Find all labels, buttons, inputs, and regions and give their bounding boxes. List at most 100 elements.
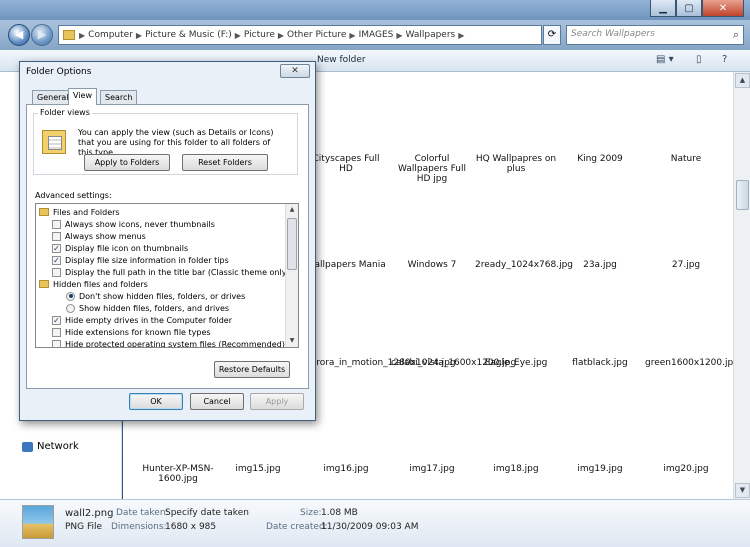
breadcrumb-item[interactable]: Picture: [244, 30, 275, 40]
preview-pane-icon[interactable]: ▯: [696, 54, 702, 65]
network-icon: [22, 441, 33, 452]
file-item-label[interactable]: img18.jpg: [475, 464, 557, 474]
file-item-label[interactable]: 27.jpg: [645, 260, 727, 270]
tree-row[interactable]: Show hidden files, folders, and drives: [66, 302, 229, 314]
checkbox[interactable]: [52, 339, 61, 347]
tree-row-label: Show hidden files, folders, and drives: [79, 303, 230, 313]
breadcrumb-item[interactable]: Computer: [88, 30, 133, 40]
chevron-right-icon[interactable]: ▶: [278, 31, 284, 40]
dialog-close-button[interactable]: ✕: [280, 64, 310, 78]
checkbox[interactable]: [52, 231, 61, 241]
tree-row-label: Hide protected operating system files (R…: [65, 339, 285, 348]
file-item-label[interactable]: aurora_in_motion_1280x1024.jpg: [305, 358, 456, 368]
scroll-down-icon[interactable]: ▼: [735, 483, 750, 498]
checkbox[interactable]: [52, 327, 61, 337]
folder-views-group: Folder views You can apply the view (suc…: [33, 108, 298, 175]
minimize-button[interactable]: ▁: [650, 0, 676, 17]
chevron-right-icon[interactable]: ▶: [136, 31, 142, 40]
details-filetype: PNG File: [65, 522, 103, 532]
tree-row[interactable]: ✓ Hide empty drives in the Computer folde…: [52, 314, 232, 326]
tab-view[interactable]: View: [68, 88, 97, 105]
checkbox[interactable]: [52, 219, 61, 229]
tree-row[interactable]: Hidden files and folders: [39, 278, 148, 290]
file-item-label[interactable]: King 2009: [559, 154, 641, 164]
tree-row[interactable]: ✓ Display file icon on thumbnails: [52, 242, 188, 254]
file-item-label[interactable]: flatblack.jpg: [559, 358, 641, 368]
checkbox[interactable]: ✓: [52, 255, 61, 265]
file-item-label[interactable]: img16.jpg: [305, 464, 387, 474]
restore-defaults-button[interactable]: Restore Defaults: [214, 361, 290, 378]
dialog-title: Folder Options: [26, 67, 92, 77]
view-icon[interactable]: ▤ ▾: [656, 54, 674, 65]
chevron-right-icon[interactable]: ▶: [396, 31, 402, 40]
tree-row[interactable]: Display the full path in the title bar (…: [52, 266, 290, 278]
scroll-up-icon[interactable]: ▲: [735, 73, 750, 88]
tree-row[interactable]: Hide protected operating system files (R…: [52, 338, 285, 348]
breadcrumb-item[interactable]: Other Picture: [287, 30, 346, 40]
breadcrumb-item[interactable]: IMAGES: [359, 30, 394, 40]
file-item-label[interactable]: HQ Wallpapres on plus: [475, 154, 557, 174]
tree-scroll-thumb[interactable]: [287, 218, 297, 270]
file-item-label[interactable]: img19.jpg: [559, 464, 641, 474]
tree-scrollbar[interactable]: ▲ ▼: [285, 204, 298, 347]
breadcrumb-item[interactable]: Wallpapers: [406, 30, 456, 40]
apply-button[interactable]: Apply: [250, 393, 304, 410]
folder-icon: [39, 208, 49, 216]
tab-search[interactable]: Search: [100, 90, 138, 105]
file-item-label[interactable]: img15.jpg: [217, 464, 299, 474]
nav-item-label: Network: [37, 441, 79, 452]
forward-button[interactable]: ▶: [31, 24, 53, 46]
radio-button[interactable]: [66, 291, 75, 301]
folder-icon: [63, 30, 75, 40]
address-bar[interactable]: ▶ Computer ▶ Picture & Music (F:) ▶ Picture ▶…: [58, 25, 542, 45]
tree-row[interactable]: ✓ Display file size information in folder…: [52, 254, 229, 266]
file-item-label[interactable]: green1600x1200.jpg: [645, 358, 739, 368]
close-window-button[interactable]: ✕: [702, 0, 744, 17]
search-input[interactable]: Search Wallpapers ⌕: [566, 25, 744, 45]
radio-button[interactable]: [66, 303, 75, 313]
breadcrumb-item[interactable]: Picture & Music (F:): [145, 30, 232, 40]
new-folder-button[interactable]: New folder: [317, 55, 366, 65]
chevron-right-icon[interactable]: ▶: [349, 31, 355, 40]
file-item-label[interactable]: calabi_vista_1600x1200.jpg: [391, 358, 516, 368]
apply-to-folders-button[interactable]: Apply to Folders: [84, 154, 170, 171]
file-item-label[interactable]: Windows 7: [391, 260, 473, 270]
tree-row[interactable]: Don't show hidden files, folders, or dri…: [66, 290, 245, 302]
ok-button[interactable]: OK: [129, 393, 183, 410]
nav-item-network[interactable]: Network: [22, 441, 79, 452]
cancel-button[interactable]: Cancel: [190, 393, 244, 410]
advanced-settings-tree: Hide protected operating system files (R…: [35, 203, 299, 348]
file-item-label[interactable]: Cityscapes Full HD: [305, 154, 387, 174]
file-item-label[interactable]: img20.jpg: [645, 464, 727, 474]
checkbox[interactable]: ✓: [52, 243, 61, 253]
file-item-label[interactable]: Nature: [645, 154, 727, 164]
scroll-up-icon[interactable]: ▲: [286, 204, 298, 216]
back-button[interactable]: ◀: [8, 24, 30, 46]
file-item-label[interactable]: 2ready_1024x768.jpg: [475, 260, 573, 270]
file-item-label[interactable]: Colorful Wallpapers Full HD jpg: [391, 154, 473, 184]
file-item-label[interactable]: Eagle_Eye.jpg: [475, 358, 557, 368]
tree-row[interactable]: Always show icons, never thumbnails: [52, 218, 215, 230]
tree-row[interactable]: Files and Folders: [39, 206, 120, 218]
tree-row[interactable]: Hide extensions for known file types: [52, 326, 211, 338]
help-icon[interactable]: ?: [722, 54, 727, 65]
reset-folders-button[interactable]: Reset Folders: [182, 154, 268, 171]
refresh-icon[interactable]: ⟳: [543, 25, 561, 45]
dimensions-key: Dimensions:: [111, 522, 167, 532]
scroll-down-icon[interactable]: ▼: [286, 335, 298, 347]
file-item-label[interactable]: Hunter-XP-MSN-1600.jpg: [137, 464, 219, 484]
maximize-button[interactable]: ▢: [676, 0, 702, 17]
vertical-scrollbar[interactable]: ▲ ▼: [733, 72, 750, 499]
chevron-right-icon[interactable]: ▶: [235, 31, 241, 40]
file-item-label[interactable]: 23a.jpg: [559, 260, 641, 270]
advanced-settings-label: Advanced settings:: [35, 191, 112, 200]
checkbox[interactable]: [52, 267, 61, 277]
file-item-label[interactable]: Wallpapers Mania: [305, 260, 387, 270]
date-taken-value[interactable]: Specify date taken: [165, 508, 249, 518]
file-item-label[interactable]: img17.jpg: [391, 464, 473, 474]
search-icon[interactable]: ⌕: [733, 28, 739, 42]
tree-row[interactable]: Always show menus: [52, 230, 146, 242]
scroll-thumb[interactable]: [736, 180, 749, 210]
chevron-right-icon[interactable]: ▶: [458, 31, 464, 40]
checkbox[interactable]: ✓: [52, 315, 61, 325]
